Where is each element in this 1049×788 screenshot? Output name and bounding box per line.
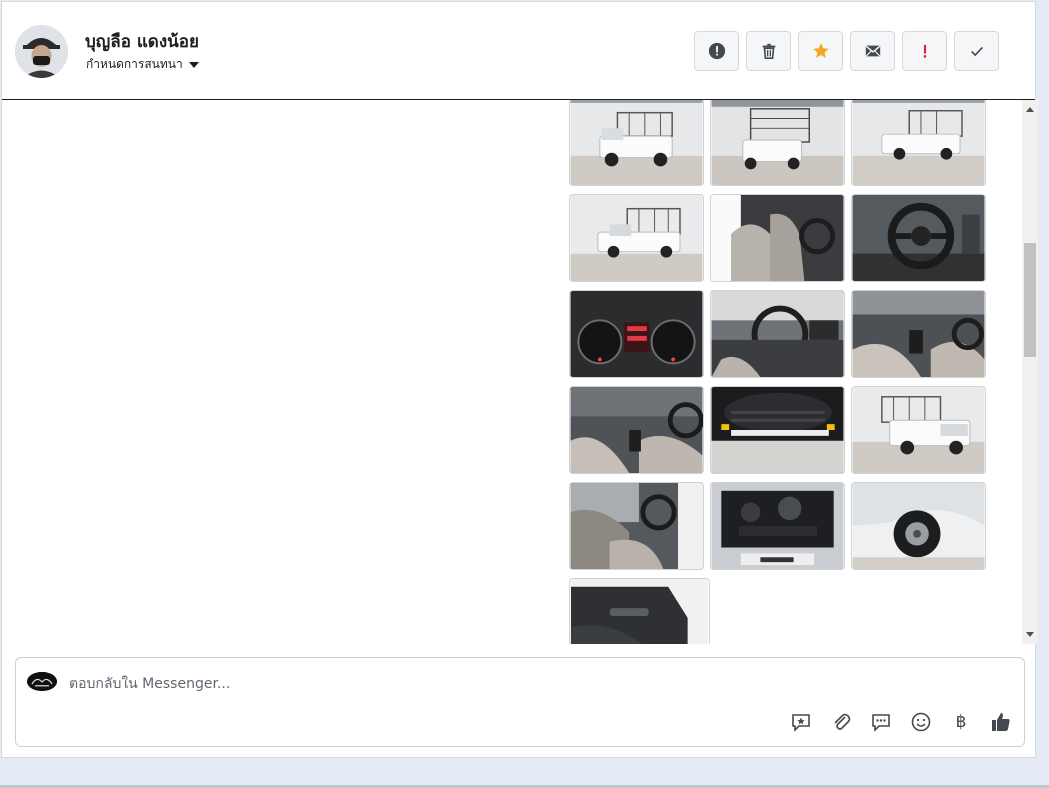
contact-avatar[interactable] <box>15 25 68 78</box>
trash-icon <box>762 43 775 60</box>
photo-thumbnail[interactable] <box>851 290 986 378</box>
composer-toolbar: ฿ <box>789 710 1013 734</box>
message-thread[interactable] <box>2 100 1021 644</box>
photo-thumbnail[interactable] <box>851 386 986 474</box>
thumbs-up-icon[interactable] <box>989 710 1013 734</box>
photo-thumbnail[interactable] <box>851 194 986 282</box>
mark-unread-button[interactable] <box>850 31 895 71</box>
emoji-icon[interactable] <box>909 710 933 734</box>
page-avatar <box>27 672 57 691</box>
star-icon <box>812 43 829 58</box>
attachment-icon[interactable] <box>829 710 853 734</box>
mark-important-button[interactable] <box>902 31 947 71</box>
reply-input[interactable] <box>69 674 769 694</box>
photo-thumbnail[interactable] <box>710 290 845 378</box>
photo-thumbnail[interactable] <box>710 100 845 186</box>
mark-done-button[interactable] <box>954 31 999 71</box>
photo-thumbnail[interactable] <box>710 194 845 282</box>
baht-icon[interactable]: ฿ <box>949 710 973 734</box>
photo-thumbnail[interactable] <box>569 386 704 474</box>
delete-button[interactable] <box>746 31 791 71</box>
photo-thumbnail[interactable] <box>569 482 704 570</box>
photo-thumbnail[interactable] <box>569 290 704 378</box>
envelope-icon <box>865 45 880 57</box>
scroll-down-arrow-icon[interactable] <box>1026 632 1034 637</box>
thread-scrollbar[interactable] <box>1022 100 1038 644</box>
alert-circle-icon <box>708 42 725 60</box>
photo-thumbnail[interactable] <box>851 482 986 570</box>
scroll-thumb[interactable] <box>1024 243 1036 357</box>
conversation-actions <box>694 31 999 71</box>
check-icon <box>970 46 983 57</box>
conversation-panel: บุญลือ แดงน้อย กำหนดการสนทนา ตอบกลับใน M… <box>1 1 1038 758</box>
exclamation-icon <box>923 44 926 58</box>
baht-symbol: ฿ <box>955 712 967 732</box>
saved-reply-icon[interactable] <box>789 710 813 734</box>
photo-thumbnail[interactable] <box>569 578 710 644</box>
reply-composer: ฿ <box>15 657 1025 747</box>
photo-thumbnail[interactable] <box>851 100 986 186</box>
photo-thumbnail[interactable] <box>569 100 704 186</box>
conversation-header: บุญลือ แดงน้อย กำหนดการสนทนา <box>2 2 1035 100</box>
assign-conversation-dropdown[interactable]: กำหนดการสนทนา <box>86 55 199 74</box>
scroll-up-arrow-icon[interactable] <box>1026 107 1034 112</box>
report-spam-button[interactable] <box>694 31 739 71</box>
contact-name: บุญลือ แดงน้อย <box>85 32 199 52</box>
star-button[interactable] <box>798 31 843 71</box>
photo-thumbnail[interactable] <box>710 482 845 570</box>
photo-thumbnail[interactable] <box>710 386 845 474</box>
caret-down-icon <box>188 61 199 68</box>
photo-thumbnail[interactable] <box>569 194 704 282</box>
assign-label: กำหนดการสนทนา <box>86 57 183 71</box>
chat-icon[interactable] <box>869 710 893 734</box>
